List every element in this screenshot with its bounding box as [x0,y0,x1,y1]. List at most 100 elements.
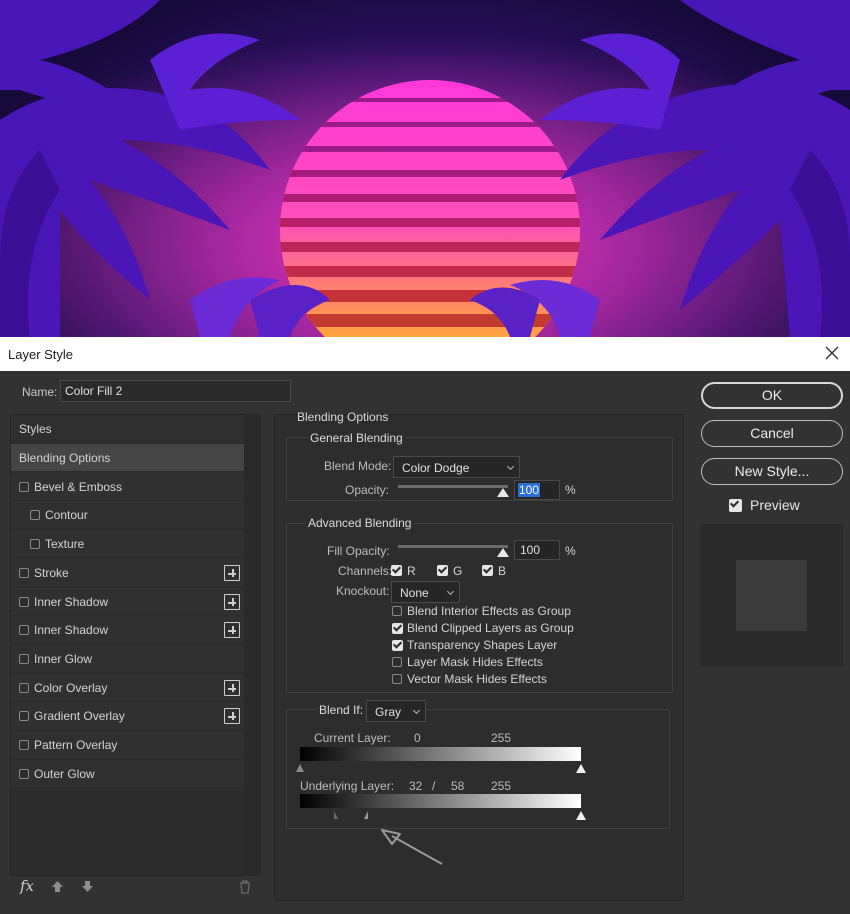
underlying-layer-gradient [300,794,581,808]
style-item-inner-glow[interactable]: Inner Glow [11,644,244,673]
option-label: Blend Clipped Layers as Group [407,621,574,635]
current-layer-label: Current Layer: [314,731,391,745]
dialog-title-bar: Layer Style [0,337,850,371]
style-checkbox[interactable] [30,539,40,550]
layer-style-dialog: Name: Color Fill 2 Styles Blending Optio… [0,371,850,914]
fill-opacity-slider-track[interactable] [398,545,508,548]
preview-checkbox[interactable] [729,499,742,512]
channel-r-checkbox[interactable] [391,565,402,576]
advanced-blending-title: Advanced Blending [306,516,414,530]
opacity-input[interactable]: 100 [514,480,560,500]
blend-mode-dropdown[interactable]: Color Dodge [393,456,520,478]
style-checkbox[interactable] [19,711,29,722]
preview-label: Preview [750,497,800,513]
dialog-title: Layer Style [8,347,74,362]
style-item-inner-shadow[interactable]: Inner Shadow [11,587,244,616]
style-item-blending-options[interactable]: Blending Options [11,444,244,472]
style-item-stroke[interactable]: Stroke [11,558,244,587]
synthwave-sunset-illustration [0,0,850,337]
artwork-preview-image [0,0,850,337]
underlying-layer-split-slider-left[interactable] [330,811,338,819]
opacity-label: Opacity: [345,483,390,497]
channel-b-label: B [498,564,507,578]
fill-opacity-label: Fill Opacity: [327,544,390,558]
opacity-slider-track[interactable] [398,485,508,488]
current-layer-min: 0 [414,731,421,745]
current-layer-white-slider[interactable] [576,764,586,773]
style-item-label: Inner Glow [34,651,93,666]
underlying-layer-label: Underlying Layer: [300,779,395,793]
style-item-label: Blending Options [19,451,111,465]
knockout-dropdown[interactable]: None [391,581,460,603]
style-item-label: Outer Glow [34,766,95,781]
style-checkbox[interactable] [19,625,29,636]
style-item-gradient-overlay[interactable]: Gradient Overlay [11,702,244,731]
channel-r-label: R [407,564,416,578]
styles-header[interactable]: Styles [11,415,244,444]
style-item-pattern-overlay[interactable]: Pattern Overlay [11,731,244,759]
underlying-layer-white-slider[interactable] [576,811,586,820]
new-style-button[interactable]: New Style... [701,458,843,485]
current-layer-black-slider[interactable] [296,764,304,772]
fx-button[interactable]: fx [20,877,34,895]
style-checkbox[interactable] [19,596,29,607]
style-item-bevel-emboss[interactable]: Bevel & Emboss [11,472,244,501]
channel-g-checkbox[interactable] [437,565,448,576]
knockout-label: Knockout: [336,584,390,598]
underlying-layer-min-b: 58 [451,779,465,793]
add-effect-plus-icon[interactable] [224,622,240,639]
ok-button[interactable]: OK [701,382,843,409]
fill-opacity-slider-thumb[interactable] [497,548,509,557]
blending-options-title: Blending Options [297,410,389,424]
fill-opacity-input[interactable]: 100 [514,540,560,560]
trash-icon[interactable] [239,880,251,894]
option-checkbox-vector-mask-hides-effects[interactable] [392,674,402,684]
style-item-label: Bevel & Emboss [34,479,123,494]
cancel-button[interactable]: Cancel [701,420,843,447]
option-checkbox-blend-clipped-layers-as-group[interactable] [392,623,403,634]
style-checkbox[interactable] [19,740,29,750]
blend-if-dropdown[interactable]: Gray [366,700,426,722]
style-item-outer-glow[interactable]: Outer Glow [11,759,244,788]
style-checkbox[interactable] [30,510,40,521]
underlying-layer-split-slider-right[interactable] [364,811,372,819]
styles-list-scrollbar[interactable] [244,414,261,876]
add-effect-plus-icon[interactable] [224,593,240,610]
chevron-down-icon [412,706,421,715]
add-effect-plus-icon[interactable] [224,679,240,696]
option-checkbox-layer-mask-hides-effects[interactable] [392,657,402,667]
style-checkbox[interactable] [19,653,29,664]
add-effect-plus-icon[interactable] [224,564,240,581]
option-checkbox-transparency-shapes-layer[interactable] [392,640,403,651]
style-item-texture[interactable]: Texture [11,530,244,559]
general-blending-title: General Blending [308,431,405,445]
blend-mode-label: Blend Mode: [324,459,392,473]
blend-if-label: Blend If: [317,703,366,717]
style-checkbox[interactable] [19,567,29,578]
style-item-label: Inner Shadow [34,594,109,609]
channel-b-checkbox[interactable] [482,565,493,576]
style-item-label: Contour [45,508,88,523]
add-effect-plus-icon[interactable] [224,708,240,725]
styles-list: Styles Blending Options Bevel & Emboss Con… [10,414,261,876]
move-up-arrow-icon[interactable] [51,880,64,893]
close-icon[interactable] [822,343,842,363]
name-field[interactable]: Color Fill 2 [60,380,291,402]
fill-opacity-percent: % [565,544,576,558]
current-layer-max: 255 [491,731,512,745]
style-checkbox[interactable] [19,682,29,693]
blend-if-group [286,709,670,829]
option-checkbox-blend-interior-effects-as-group[interactable] [392,606,402,616]
style-item-label: Stroke [34,565,69,580]
option-label: Transparency Shapes Layer [407,638,558,652]
style-item-inner-shadow[interactable]: Inner Shadow [11,616,244,645]
style-item-label: Gradient Overlay [34,709,125,724]
style-item-contour[interactable]: Contour [11,501,244,530]
style-checkbox[interactable] [19,768,29,779]
style-item-label: Texture [45,537,85,552]
style-item-color-overlay[interactable]: Color Overlay [11,673,244,702]
style-checkbox[interactable] [19,481,29,492]
underlying-layer-slash: / [432,779,436,793]
opacity-slider-thumb[interactable] [497,488,509,497]
move-down-arrow-icon[interactable] [81,880,94,893]
